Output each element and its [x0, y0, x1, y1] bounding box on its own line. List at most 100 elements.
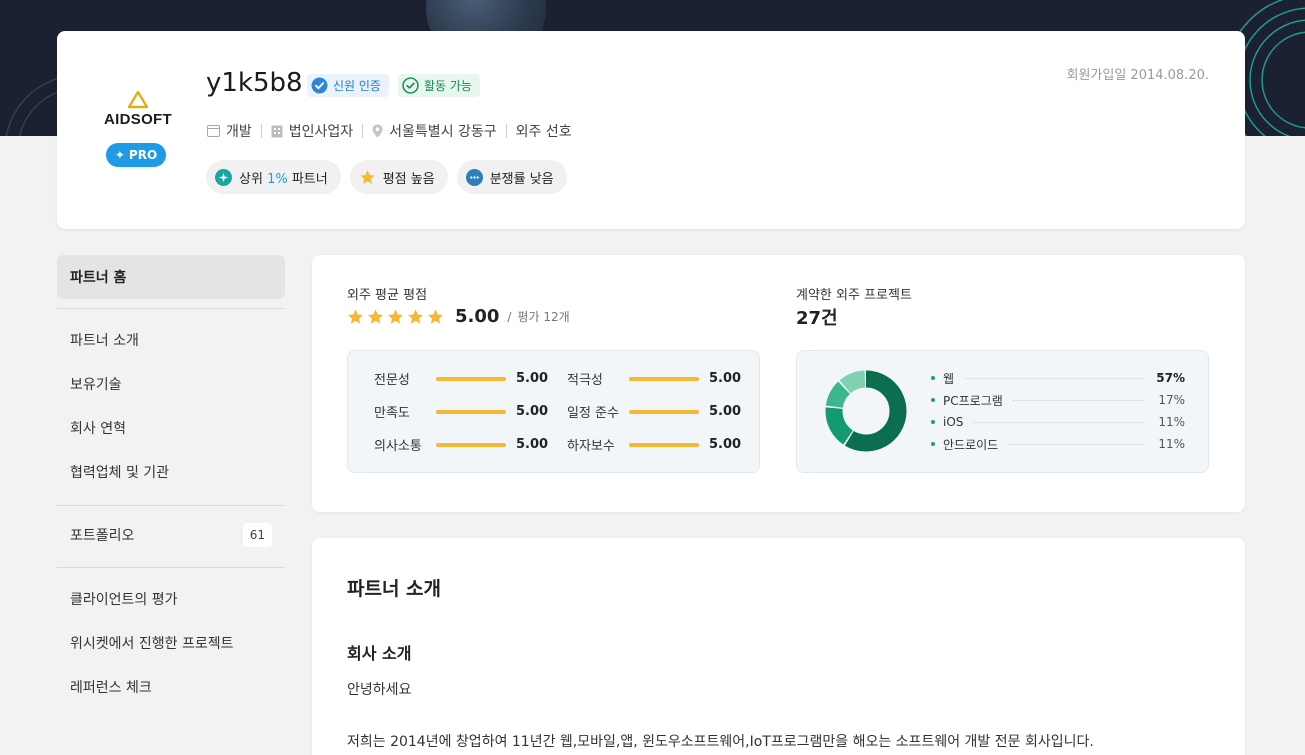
rating-breakdown: 전문성 5.00 적극성 5.00 만족도 5.00 일정 준수 5.00 의사소통 5.…	[347, 350, 760, 473]
contract-projects-count: 27건	[796, 308, 838, 329]
sidebar-item-skills[interactable]: 보유기술	[57, 362, 285, 406]
meta-divider	[505, 124, 507, 138]
verified-badge: 신원 인증	[307, 74, 389, 97]
legend-row: 웹 57%	[931, 367, 1185, 389]
star-icon	[408, 309, 423, 324]
verified-shield-icon	[311, 77, 328, 94]
building-icon	[271, 125, 283, 137]
legend-leader	[1012, 399, 1143, 401]
pro-badge: ✦ PRO	[106, 143, 166, 167]
rating-row: 전문성 5.00	[374, 369, 548, 388]
meta-divider	[260, 124, 262, 138]
chart-legend: 웹 57% PC프로그램 17% iOS 11% 안드로이드 11%	[931, 367, 1185, 455]
sidebar-item-portfolio[interactable]: 포트폴리오 61	[57, 506, 285, 564]
rating-row: 하자보수 5.00	[567, 435, 741, 454]
sparkle-icon: ✦	[114, 148, 125, 162]
meta-business-type: 법인사업자	[271, 121, 353, 141]
legend-leader	[1008, 443, 1143, 445]
portfolio-count-badge: 61	[242, 523, 272, 547]
top-partner-prefix: 상위	[239, 171, 268, 187]
sidebar-item-wishket-projects[interactable]: 위시켓에서 진행한 프로젝트	[57, 621, 285, 665]
rating-row: 일정 준수 5.00	[567, 402, 741, 421]
sidebar-item-reference-check[interactable]: 레퍼런스 체크	[57, 665, 285, 709]
rating-value: 5.00	[709, 437, 742, 452]
high-rating-chip: 평점 높음	[349, 160, 448, 194]
rating-name: 하자보수	[567, 439, 615, 454]
star-icon	[348, 309, 363, 324]
legend-bullet	[931, 420, 935, 424]
sidebar-item-history[interactable]: 회사 연혁	[57, 406, 285, 450]
project-category-chart: 웹 57% PC프로그램 17% iOS 11% 안드로이드 11%	[796, 350, 1209, 473]
legend-row: iOS 11%	[931, 411, 1185, 433]
meta-preference-text: 외주 선호	[515, 124, 572, 140]
legend-row: PC프로그램 17%	[931, 389, 1185, 411]
intro-paragraph: 저희는 2014년에 창업하여 11년간 웹,모바일,앱, 윈도우소프트웨어,I…	[347, 734, 1094, 750]
sidebar-item-label: 파트너 소개	[70, 333, 139, 349]
rating-bar	[629, 409, 699, 414]
sidebar-item-client-reviews[interactable]: 클라이언트의 평가	[57, 577, 285, 621]
logo-text: AIDSOFT	[104, 111, 172, 128]
rating-value: 5.00	[709, 404, 742, 419]
avg-rating-score: 5.00	[455, 306, 500, 327]
top-partner-chip: 상위 1% 파트너	[206, 160, 341, 194]
legend-label: iOS	[943, 415, 964, 429]
legend-percent: 11%	[1158, 415, 1185, 429]
rating-row: 의사소통 5.00	[374, 435, 548, 454]
sidebar-divider	[57, 308, 285, 309]
company-intro-title: 회사 소개	[347, 644, 412, 663]
logo-icon	[128, 91, 148, 109]
meta-location: 서울특별시 강동구	[372, 121, 497, 141]
rating-value: 5.00	[709, 371, 742, 386]
sidebar-item-label: 클라이언트의 평가	[70, 592, 178, 608]
sparkle-icon	[215, 168, 232, 186]
rating-bar	[629, 442, 699, 447]
legend-label: 웹	[943, 371, 955, 386]
sidebar-item-home[interactable]: 파트너 홈	[57, 255, 285, 299]
category-donut-chart	[825, 370, 907, 452]
sidebar-item-label: 회사 연혁	[70, 421, 126, 437]
star-icon	[360, 169, 375, 184]
rating-stars	[346, 308, 445, 326]
legend-percent: 11%	[1158, 437, 1185, 451]
sidebar-item-label: 파트너 홈	[70, 270, 127, 286]
star-icon	[368, 309, 383, 324]
legend-bullet	[931, 398, 935, 402]
rating-value: 5.00	[516, 371, 549, 386]
sidebar-item-label: 보유기술	[70, 377, 122, 393]
rating-name: 만족도	[374, 406, 410, 421]
sidebar-item-label: 포트폴리오	[70, 528, 135, 544]
rating-name: 전문성	[374, 373, 410, 388]
sidebar-item-intro[interactable]: 파트너 소개	[57, 318, 285, 362]
sidebar-item-label: 레퍼런스 체크	[70, 680, 152, 696]
low-dispute-text: 분쟁률 낮음	[489, 171, 554, 187]
partner-meta: 개발 법인사업자 서울특별시 강동구 외주 선호	[207, 121, 572, 141]
partner-chips: 상위 1% 파트너 평점 높음 분쟁률 낮음	[206, 160, 567, 194]
top-partner-suffix: 파트너	[287, 171, 328, 187]
rating-bar	[436, 409, 506, 414]
legend-bullet	[931, 376, 935, 380]
review-count: 평가 12개	[517, 310, 570, 324]
meta-category: 개발	[207, 121, 252, 141]
legend-leader	[973, 421, 1143, 423]
join-date: 회원가입일 2014.08.20.	[1066, 68, 1210, 83]
star-icon	[388, 309, 403, 324]
company-logo: AIDSOFT	[103, 91, 173, 128]
rating-bar	[436, 376, 506, 381]
high-rating-text: 평점 높음	[382, 171, 435, 187]
sidebar-item-partners[interactable]: 협력업체 및 기관	[57, 450, 285, 494]
check-circle-icon	[402, 77, 419, 94]
chat-bubble-icon	[465, 168, 483, 186]
sidebar-item-label: 협력업체 및 기관	[70, 465, 170, 481]
profile-card: AIDSOFT ✦ PRO y1k5b8 신원 인증 활동 가능 회원가입일 2…	[57, 31, 1245, 229]
rating-name: 의사소통	[374, 439, 422, 454]
rating-row: 만족도 5.00	[374, 402, 548, 421]
rating-value: 5.00	[516, 437, 549, 452]
available-label: 활동 가능	[424, 79, 472, 93]
legend-leader	[964, 377, 1143, 379]
legend-percent: 57%	[1156, 371, 1185, 385]
folder-icon	[207, 125, 220, 137]
intro-paragraph: 안녕하세요	[347, 682, 412, 698]
top-partner-percent: 1%	[267, 171, 288, 187]
partner-intro-card: 파트너 소개 회사 소개 안녕하세요 저희는 2014년에 창업하여 11년간 …	[312, 538, 1245, 755]
meta-category-text: 개발	[226, 124, 252, 140]
